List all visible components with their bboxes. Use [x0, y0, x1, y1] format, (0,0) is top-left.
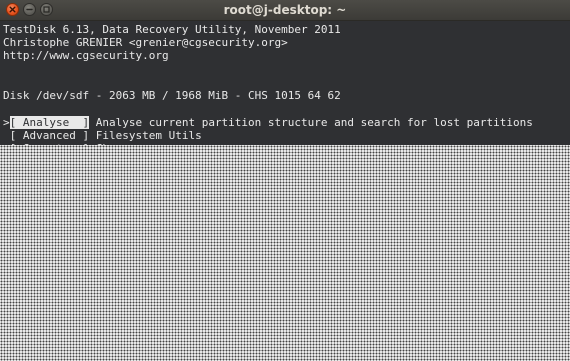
- menu-advanced-description: Filesystem Utils: [89, 129, 202, 142]
- menu-advanced-button[interactable]: [ Advanced ]: [10, 129, 89, 142]
- window-title: root@j-desktop: ~: [223, 3, 347, 17]
- menu-row-advanced: [ Advanced ] Filesystem Utils: [3, 129, 202, 142]
- terminal-line-disk-info: Disk /dev/sdf - 2063 MB / 1968 MiB - CHS…: [3, 89, 341, 102]
- menu-analyse-description: Analyse current partition structure and …: [89, 116, 533, 129]
- menu-selection-marker: [3, 129, 10, 142]
- title-bar[interactable]: root@j-desktop: ~: [0, 0, 570, 21]
- menu-selection-marker: >: [3, 116, 10, 129]
- dither-pattern-area: [0, 145, 570, 361]
- terminal-window: root@j-desktop: ~ TestDisk 6.13, Data Re…: [0, 0, 570, 361]
- terminal-line-url: http://www.cgsecurity.org: [3, 49, 169, 62]
- menu-analyse-button[interactable]: [ Analyse ]: [9, 116, 90, 129]
- terminal-line-author: Christophe GRENIER <grenier@cgsecurity.o…: [3, 36, 288, 49]
- menu-row-analyse: >[ Analyse ] Analyse current partition s…: [3, 116, 533, 129]
- terminal-output[interactable]: TestDisk 6.13, Data Recovery Utility, No…: [0, 21, 570, 155]
- terminal-line-version: TestDisk 6.13, Data Recovery Utility, No…: [3, 23, 341, 36]
